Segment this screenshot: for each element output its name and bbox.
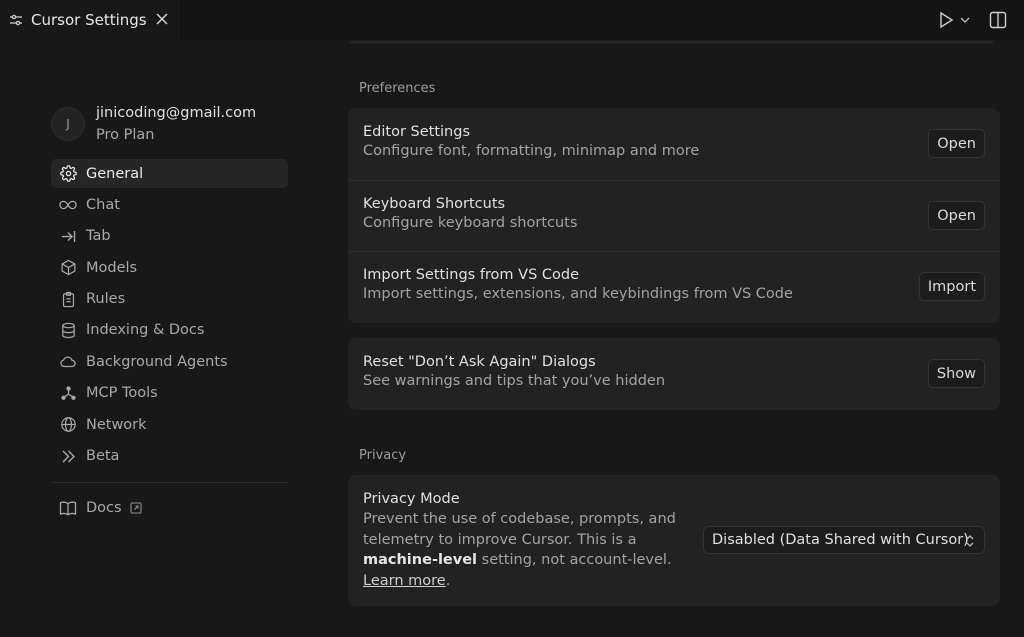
editor-settings-row: Editor Settings Configure font, formatti… bbox=[348, 108, 1000, 180]
sidebar-item-label: Models bbox=[86, 259, 138, 276]
privacy-mode-row: Privacy Mode Prevent the use of codebase… bbox=[348, 475, 1000, 606]
sidebar-item-indexing-docs[interactable]: Indexing & Docs bbox=[51, 316, 288, 345]
privacy-desc-end: . bbox=[445, 572, 451, 589]
import-vscode-row: Import Settings from VS Code Import sett… bbox=[348, 251, 1000, 322]
reset-dialogs-row: Reset "Don’t Ask Again" Dialogs See warn… bbox=[348, 338, 1000, 410]
sidebar-item-rules[interactable]: Rules bbox=[51, 285, 288, 314]
privacy-mode-value: Disabled (Data Shared with Cursor) bbox=[712, 532, 969, 548]
editor-actions bbox=[934, 8, 1010, 32]
sidebar-item-background-agents[interactable]: Background Agents bbox=[51, 347, 288, 376]
account-info: J jinicoding@gmail.com Pro Plan bbox=[51, 104, 256, 144]
row-title: Import Settings from VS Code bbox=[363, 267, 580, 283]
import-button[interactable]: Import bbox=[918, 272, 985, 301]
sidebar-item-label: MCP Tools bbox=[86, 385, 158, 402]
play-icon[interactable] bbox=[934, 8, 958, 32]
account-plan: Pro Plan bbox=[96, 127, 155, 143]
open-keyboard-shortcuts-button[interactable]: Open bbox=[928, 201, 985, 230]
row-title: Editor Settings bbox=[363, 124, 470, 140]
sidebar-item-label: Background Agents bbox=[86, 353, 228, 370]
sidebar-item-label: General bbox=[86, 165, 144, 182]
sidebar-item-general[interactable]: General bbox=[51, 159, 288, 188]
sidebar-item-tab[interactable]: Tab bbox=[51, 222, 288, 251]
sidebar-item-label: Tab bbox=[86, 228, 111, 245]
gear-icon bbox=[59, 165, 77, 183]
globe-icon bbox=[59, 416, 77, 434]
sidebar-item-mcp-tools[interactable]: MCP Tools bbox=[51, 379, 288, 408]
cloud-icon bbox=[59, 353, 77, 371]
sidebar-item-label: Indexing & Docs bbox=[86, 322, 205, 339]
sidebar-item-chat[interactable]: Chat bbox=[51, 190, 288, 219]
chevron-updown-icon bbox=[964, 533, 976, 549]
learn-more-link[interactable]: Learn more bbox=[363, 573, 446, 589]
clipboard-icon bbox=[59, 290, 77, 308]
section-label-privacy: Privacy bbox=[359, 448, 407, 463]
privacy-description: Prevent the use of codebase, prompts, an… bbox=[363, 509, 683, 591]
sidebar-item-label: Rules bbox=[86, 291, 126, 308]
nodes-icon bbox=[59, 384, 77, 402]
keyboard-shortcuts-row: Keyboard Shortcuts Configure keyboard sh… bbox=[348, 180, 1000, 251]
row-desc: See warnings and tips that you’ve hidden bbox=[363, 373, 666, 389]
privacy-desc-bold: machine-level bbox=[363, 552, 478, 568]
row-title: Privacy Mode bbox=[363, 491, 460, 507]
sidebar-divider bbox=[51, 482, 288, 483]
show-button[interactable]: Show bbox=[927, 359, 985, 388]
tab-cursor-settings[interactable]: Cursor Settings bbox=[0, 0, 181, 40]
sliders-icon bbox=[8, 12, 24, 28]
sidebar-item-label: Network bbox=[86, 416, 147, 433]
reset-dialogs-card: Reset "Don’t Ask Again" Dialogs See warn… bbox=[348, 338, 1000, 410]
sidebar-nav: General Chat Tab Models Rules Indexing &… bbox=[51, 159, 288, 473]
database-icon bbox=[59, 321, 77, 339]
row-title: Reset "Don’t Ask Again" Dialogs bbox=[363, 354, 596, 370]
row-desc: Import settings, extensions, and keybind… bbox=[363, 286, 793, 302]
privacy-card: Privacy Mode Prevent the use of codebase… bbox=[348, 475, 1000, 606]
chevron-down-icon[interactable] bbox=[958, 8, 972, 32]
sidebar-item-label: Chat bbox=[86, 196, 120, 213]
tab-bar: Cursor Settings bbox=[0, 0, 1024, 40]
tab-arrow-icon bbox=[59, 227, 77, 245]
cube-icon bbox=[59, 259, 77, 277]
infinity-icon bbox=[59, 196, 77, 214]
section-label-preferences: Preferences bbox=[359, 81, 436, 96]
docs-label: Docs bbox=[86, 499, 122, 516]
privacy-mode-select[interactable]: Disabled (Data Shared with Cursor) bbox=[703, 526, 985, 554]
sidebar-item-network[interactable]: Network bbox=[51, 410, 288, 439]
avatar: J bbox=[51, 107, 85, 141]
row-desc: Configure font, formatting, minimap and … bbox=[363, 143, 700, 159]
scroll-edge bbox=[349, 40, 993, 43]
double-chevron-icon bbox=[59, 447, 77, 465]
sidebar-item-docs[interactable]: Docs bbox=[51, 493, 142, 522]
book-icon bbox=[59, 499, 77, 517]
preferences-card: Editor Settings Configure font, formatti… bbox=[348, 108, 1000, 323]
row-title: Keyboard Shortcuts bbox=[363, 196, 506, 212]
privacy-desc-text: Prevent the use of codebase, prompts, an… bbox=[363, 511, 676, 548]
close-icon[interactable] bbox=[153, 10, 171, 28]
sidebar-item-label: Beta bbox=[86, 448, 120, 465]
external-link-icon bbox=[130, 501, 142, 514]
tab-title: Cursor Settings bbox=[31, 11, 147, 29]
sidebar-item-beta[interactable]: Beta bbox=[51, 442, 288, 471]
privacy-desc-text-2: setting, not account-level. bbox=[477, 552, 672, 568]
account-email: jinicoding@gmail.com bbox=[96, 105, 257, 121]
row-desc: Configure keyboard shortcuts bbox=[363, 215, 578, 231]
sidebar-item-models[interactable]: Models bbox=[51, 253, 288, 282]
open-editor-settings-button[interactable]: Open bbox=[928, 129, 985, 158]
split-layout-icon[interactable] bbox=[986, 8, 1010, 32]
